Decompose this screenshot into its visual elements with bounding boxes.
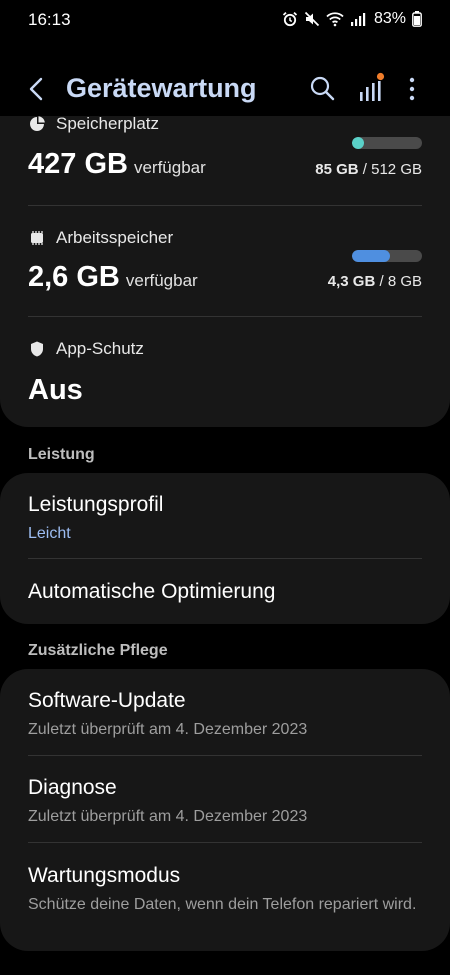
storage-usage-bar: [352, 137, 422, 149]
memory-chip-icon: [31, 231, 43, 245]
status-time: 16:13: [28, 10, 71, 29]
more-options-button[interactable]: [400, 74, 424, 104]
divider: [28, 755, 422, 756]
page-title: Gerätewartung: [66, 73, 257, 103]
storage-usage-text: 85 GB / 512 GB: [315, 161, 422, 178]
memory-usage-bar: [352, 250, 422, 262]
storage-separator: /: [358, 161, 372, 178]
alarm-icon: [282, 11, 298, 27]
memory-used: 4,3 GB: [327, 273, 376, 290]
memory-value: 2,6 GB: [28, 261, 120, 293]
list-item-performance-profile[interactable]: Leistungsprofil Leicht: [28, 493, 428, 545]
storage-used: 85 GB: [315, 161, 359, 178]
group-title-additional-care: Zusätzliche Pflege: [28, 642, 168, 659]
more-vertical-icon: [409, 77, 415, 101]
storage-label-row: Speicherplatz: [28, 116, 422, 134]
storage-usage-fill: [352, 137, 364, 149]
shield-icon: [31, 341, 43, 357]
list-item-title: Wartungsmodus: [28, 864, 181, 887]
app-protection-label: App-Schutz: [56, 339, 144, 358]
wifi-icon: [326, 11, 344, 27]
storage-value: 427 GB: [28, 148, 128, 180]
search-icon: [310, 76, 335, 101]
list-item-title: Diagnose: [28, 776, 117, 799]
list-item-subtitle: Zuletzt überprüft am 4. Dezember 2023: [28, 721, 308, 738]
list-item-title: Software-Update: [28, 689, 186, 712]
memory-usage-text: 4,3 GB / 8 GB: [328, 273, 422, 290]
divider: [28, 558, 422, 559]
mute-icon: [304, 11, 320, 27]
search-button[interactable]: [308, 74, 336, 102]
storage-section[interactable]: Speicherplatz 427 GB verfügbar 85 GB / 51…: [28, 116, 422, 204]
list-item-title: Automatische Optimierung: [28, 580, 276, 603]
storage-value-row: 427 GB verfügbar: [28, 148, 206, 181]
list-item-subtitle: Schütze deine Daten, wenn dein Telefon r…: [28, 896, 417, 913]
performance-card: Leistungsprofil Leicht Automatische Opti…: [0, 473, 450, 624]
app-protection-value: Aus: [28, 374, 83, 406]
list-item-subtitle: Leicht: [28, 525, 71, 542]
app-protection-section[interactable]: App-Schutz Aus: [28, 339, 422, 419]
battery-icon: [412, 11, 422, 27]
memory-label-row: Arbeitsspeicher: [28, 228, 422, 248]
memory-usage-fill: [352, 250, 390, 262]
app-protection-value-row: Aus: [28, 374, 83, 407]
memory-total: 8 GB: [387, 273, 422, 290]
storage-icon: [30, 116, 45, 131]
memory-available-label: verfügbar: [125, 271, 198, 290]
memory-label: Arbeitsspeicher: [56, 228, 174, 247]
memory-separator: /: [375, 273, 388, 290]
cell-signal-icon: [350, 12, 366, 26]
notification-dot: [376, 72, 385, 81]
list-item-maintenance-mode[interactable]: Wartungsmodus Schütze deine Daten, wenn …: [28, 864, 418, 916]
divider: [28, 316, 422, 317]
signal-bars-icon: [360, 72, 385, 101]
memory-section[interactable]: Arbeitsspeicher 2,6 GB verfügbar 4,3 GB /…: [28, 228, 422, 318]
additional-care-card: Software-Update Zuletzt überprüft am 4. …: [0, 669, 450, 951]
memory-value-row: 2,6 GB verfügbar: [28, 261, 198, 294]
storage-total: 512 GB: [371, 161, 422, 178]
battery-percent: 83%: [373, 10, 406, 27]
storage-label: Speicherplatz: [56, 116, 160, 133]
list-item-title: Leistungsprofil: [28, 493, 164, 516]
storage-available-label: verfügbar: [133, 158, 206, 177]
list-item-diagnostics[interactable]: Diagnose Zuletzt überprüft am 4. Dezembe…: [28, 776, 428, 828]
divider: [28, 205, 422, 206]
group-title-performance: Leistung: [28, 446, 95, 463]
app-bar: Gerätewartung: [0, 62, 450, 116]
list-item-software-update[interactable]: Software-Update Zuletzt überprüft am 4. …: [28, 689, 428, 741]
status-bar: 16:13 83%: [0, 0, 450, 40]
status-icons: 83%: [282, 10, 422, 28]
back-button[interactable]: [22, 74, 52, 104]
back-arrow-icon: [29, 77, 43, 101]
list-item-subtitle: Zuletzt überprüft am 4. Dezember 2023: [28, 808, 308, 825]
app-protection-label-row: App-Schutz: [28, 339, 422, 359]
diagnostics-button[interactable]: [356, 72, 386, 104]
divider: [28, 842, 422, 843]
list-item-auto-optimization[interactable]: Automatische Optimierung: [28, 580, 428, 604]
device-care-summary-card: Speicherplatz 427 GB verfügbar 85 GB / 51…: [0, 116, 450, 427]
